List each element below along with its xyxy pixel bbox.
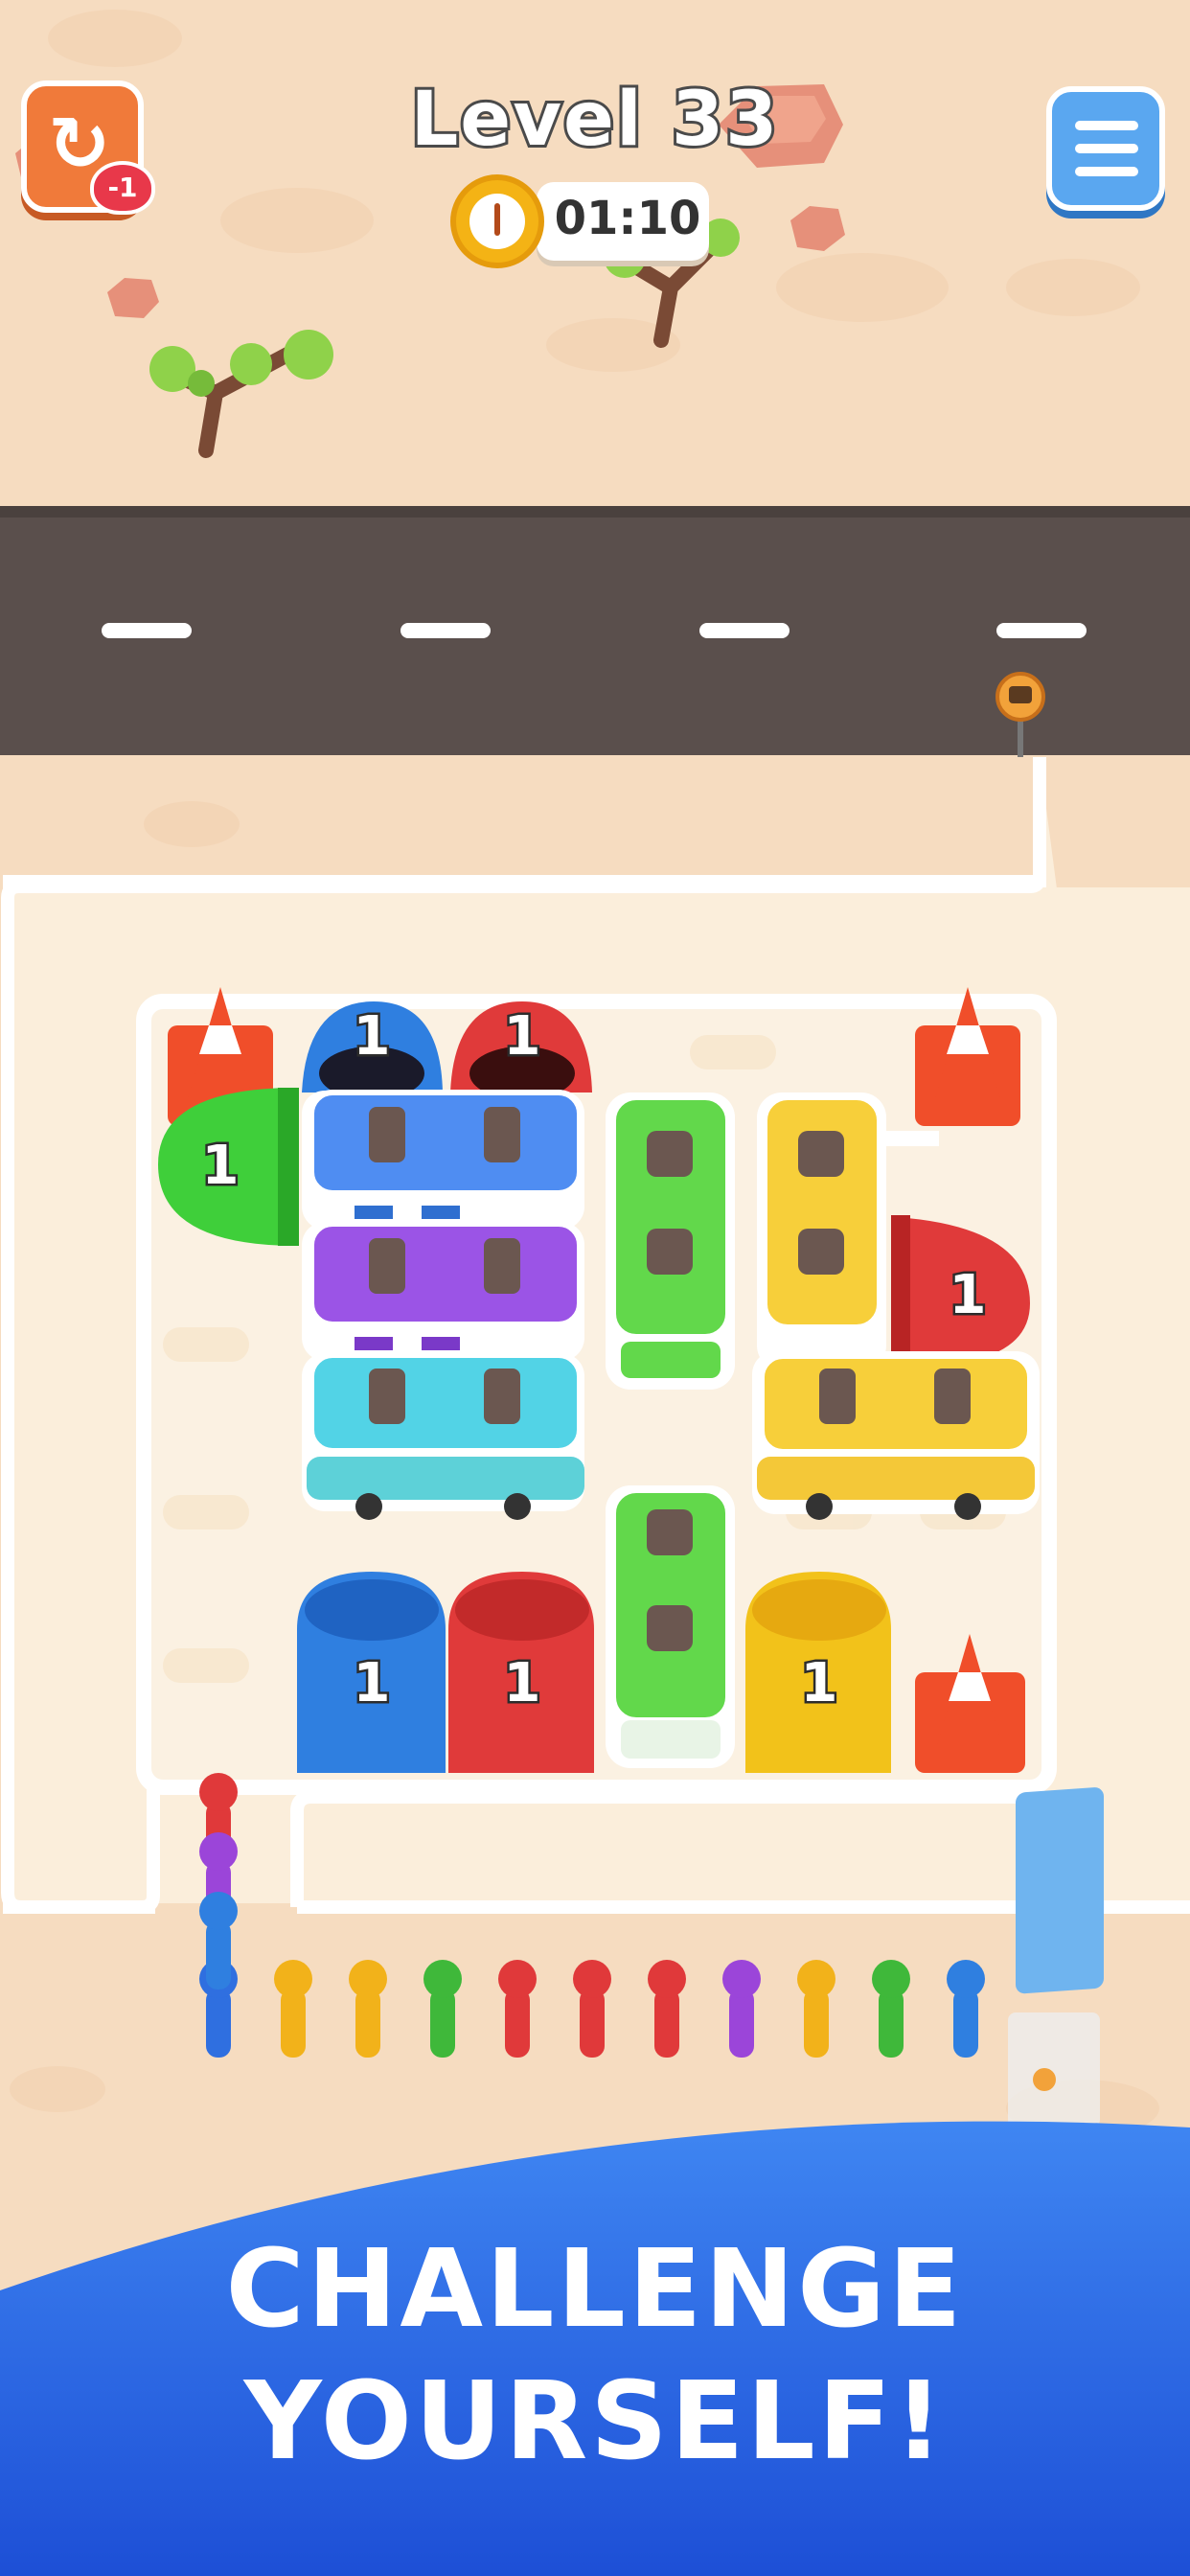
car-count: 1: [354, 1652, 391, 1714]
car-count: 1: [950, 1264, 987, 1326]
menu-icon-bar: [1075, 167, 1138, 176]
bus-yellow-side[interactable]: [752, 1351, 1040, 1520]
menu-icon-bar: [1075, 144, 1138, 153]
banner-line-1: CHALLENGE: [225, 2227, 965, 2352]
car-count: 1: [504, 1652, 541, 1714]
bus-green-bottom[interactable]: [606, 1485, 735, 1768]
timer-text: 01:10: [554, 192, 701, 245]
car-count: 1: [801, 1652, 838, 1714]
game-scene: 1 1 1 1 1 1 1: [0, 0, 1190, 2576]
undo-badge: -1: [90, 161, 155, 215]
car-count: 1: [202, 1135, 240, 1197]
car-count: 1: [504, 1005, 541, 1068]
level-title: Level 33: [408, 74, 781, 166]
menu-button[interactable]: [1046, 86, 1165, 211]
banner-line-2: YOURSELF!: [243, 2359, 947, 2484]
bus-blue[interactable]: [302, 1090, 584, 1230]
car-count: 1: [354, 1005, 391, 1068]
road-edge: [0, 506, 1190, 518]
bus-purple[interactable]: [302, 1221, 584, 1361]
bus-green-top[interactable]: [606, 1092, 735, 1390]
bus-cyan[interactable]: [302, 1352, 584, 1520]
menu-icon: [1075, 121, 1138, 130]
clock-hand: [494, 203, 500, 236]
bus-stop-shelter: [1008, 1787, 1104, 2128]
promo-banner-text: CHALLENGE YOURSELF!: [0, 2223, 1190, 2488]
